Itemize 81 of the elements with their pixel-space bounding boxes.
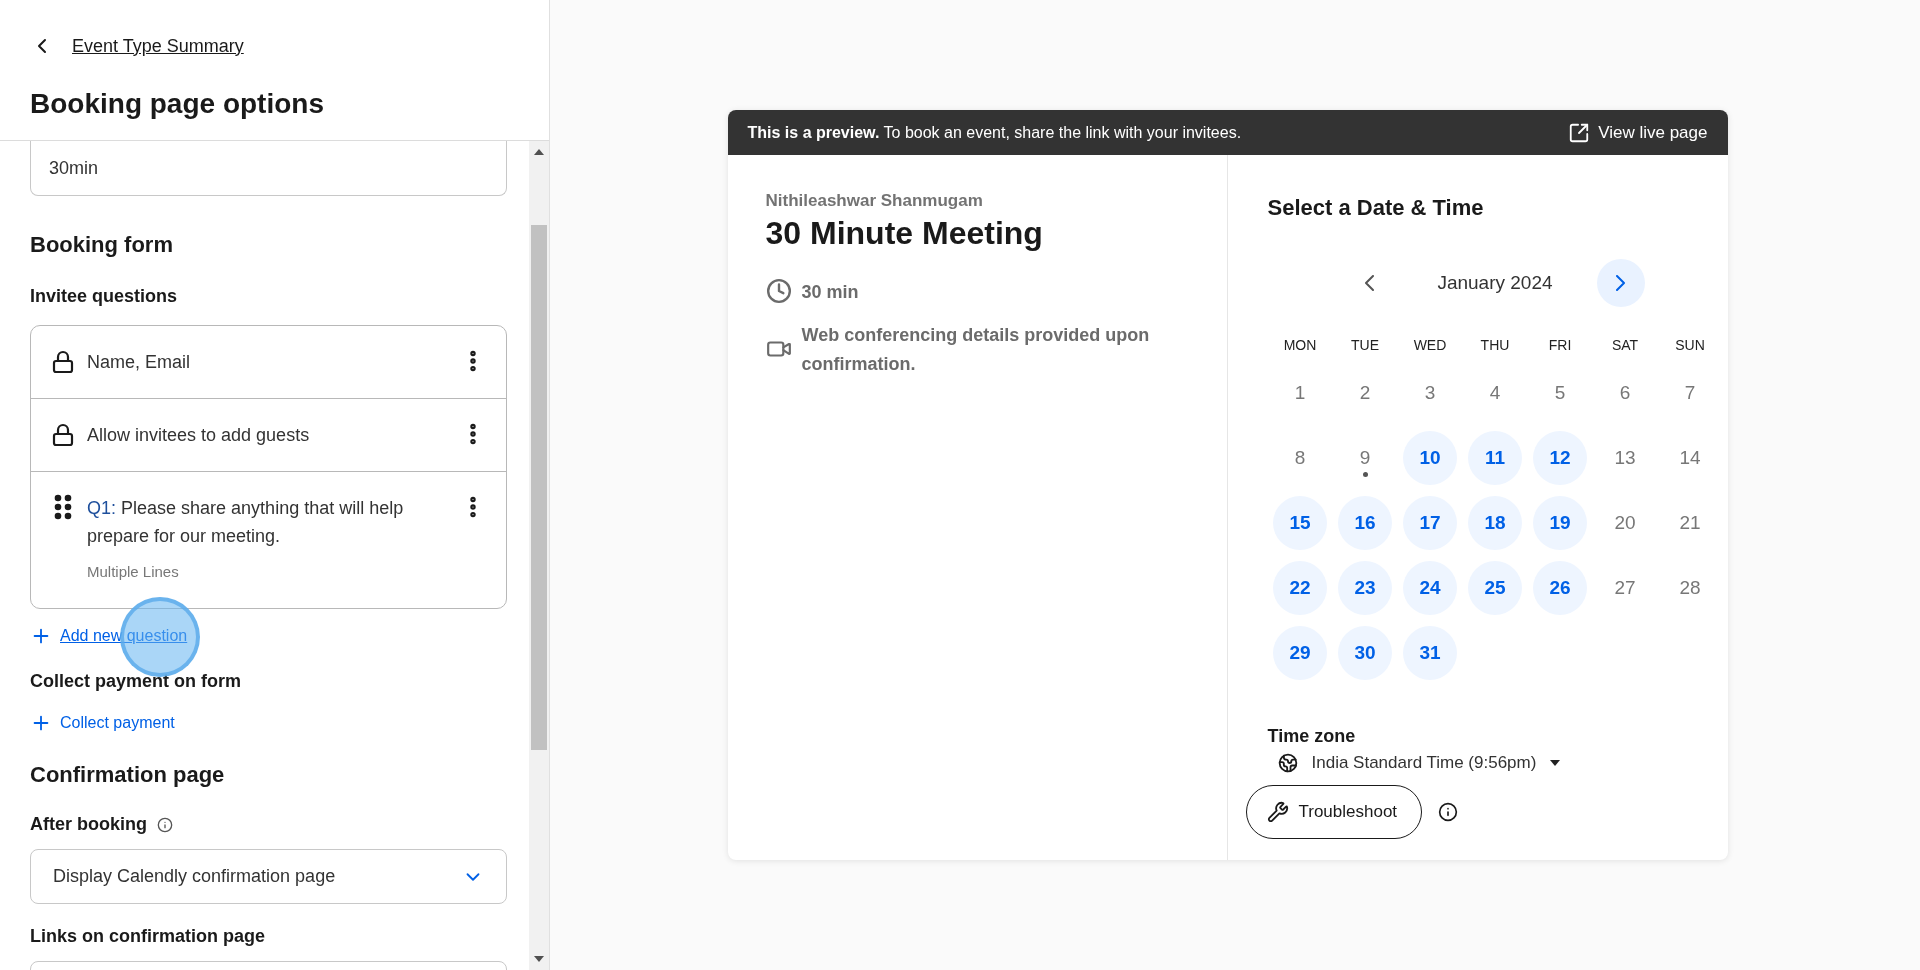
question-row[interactable]: Q1: Please share anything that will help prepare for our meeting. Multiple Lines [31, 471, 506, 608]
lock-icon [51, 423, 75, 447]
chevron-right-icon [1616, 275, 1626, 291]
day-number: 7 [1684, 382, 1696, 404]
day-number: 21 [1679, 512, 1701, 534]
weekday-label: WED [1413, 337, 1447, 353]
scroll-down-icon[interactable] [534, 956, 544, 962]
day-number: 2 [1359, 382, 1371, 404]
timezone-select[interactable]: India Standard Time (9:56pm) [1267, 747, 1571, 779]
weekday-label: FRI [1548, 337, 1572, 353]
question-row[interactable]: Name, Email [31, 326, 506, 398]
weekday-label: MON [1283, 337, 1317, 353]
calendar-day[interactable]: 12 [1533, 431, 1587, 485]
day-number: 27 [1614, 577, 1636, 599]
day-number: 28 [1679, 577, 1701, 599]
calendar-day[interactable]: 15 [1273, 496, 1327, 550]
calendar-day[interactable]: 18 [1468, 496, 1522, 550]
calendar-day[interactable]: 17 [1403, 496, 1457, 550]
calendar-day[interactable]: 24 [1403, 561, 1457, 615]
external-link-icon [1568, 121, 1591, 144]
clock-icon [765, 278, 792, 304]
day-number: 6 [1619, 382, 1631, 404]
location-text: Web conferencing details provided upon confirmation. [801, 324, 1151, 376]
globe-icon [1277, 753, 1298, 773]
calendar-day[interactable]: 29 [1273, 626, 1327, 680]
preview-notice: This is a preview. To book an event, share the link with your invitees. [747, 123, 1242, 142]
weekday-label: SAT [1611, 337, 1639, 353]
subsection-heading: Collect payment on form [30, 671, 243, 692]
subsection-heading: Links on confirmation page [30, 926, 267, 947]
section-heading: Booking form [30, 232, 174, 258]
day-number: 1 [1294, 382, 1306, 404]
info-icon[interactable] [1438, 802, 1459, 822]
duration-text: 30 min [801, 281, 859, 304]
calendar-day[interactable]: 25 [1468, 561, 1522, 615]
view-live-page-link[interactable]: View live page [1568, 121, 1708, 144]
day-number: 14 [1679, 447, 1701, 469]
event-link-field[interactable]: 30min [30, 141, 507, 196]
calendar-day[interactable]: 26 [1533, 561, 1587, 615]
question-type: Multiple Lines [87, 562, 180, 582]
calendar-day[interactable]: 10 [1403, 431, 1457, 485]
day-number: 5 [1554, 382, 1566, 404]
weekday-label: TUE [1351, 337, 1379, 353]
question-row[interactable]: Allow invitees to add guests [31, 398, 506, 471]
subsection-heading: After booking [30, 814, 147, 835]
day-number: 8 [1294, 447, 1306, 469]
caret-icon [1550, 760, 1561, 766]
chevron-left-icon [1364, 275, 1374, 291]
weekday-label: THU [1480, 337, 1510, 353]
day-number: 9 [1359, 447, 1371, 469]
scroll-up-icon[interactable] [534, 149, 544, 155]
question-text: Allow invitees to add guests [87, 424, 311, 447]
question-text: Q1: Please share anything that will help prepare for our meeting. [87, 497, 405, 548]
after-booking-select[interactable]: Display Calendly confirmation page [30, 849, 507, 904]
subsection-heading: Invitee questions [30, 286, 179, 307]
calendar-day[interactable]: 22 [1273, 561, 1327, 615]
day-number: 13 [1614, 447, 1636, 469]
collect-payment-link[interactable]: Collect payment [30, 712, 175, 734]
info-icon[interactable] [157, 816, 173, 833]
day-number: 20 [1614, 512, 1636, 534]
wrench-icon [1266, 801, 1289, 823]
calendar-day[interactable]: 23 [1338, 561, 1392, 615]
calendar-day[interactable]: 31 [1403, 626, 1457, 680]
troubleshoot-button[interactable]: Troubleshoot [1245, 785, 1423, 839]
calendar-day[interactable]: 11 [1468, 431, 1522, 485]
timezone-heading: Time zone [1267, 726, 1357, 747]
month-label: January 2024 [1437, 272, 1553, 294]
calendar-day[interactable]: 30 [1338, 626, 1392, 680]
back-link[interactable]: Event Type Summary [72, 35, 244, 57]
host-name: Nithileashwar Shanmugam [765, 191, 984, 211]
question-text: Name, Email [87, 351, 192, 374]
panel-title: Booking page options [30, 88, 325, 120]
scrollbar[interactable] [529, 141, 549, 970]
day-number: 3 [1424, 382, 1436, 404]
lock-icon [51, 350, 75, 374]
weekday-label: SUN [1675, 337, 1705, 353]
calendar-day[interactable]: 19 [1533, 496, 1587, 550]
day-number: 4 [1489, 382, 1501, 404]
calendar-day[interactable]: 16 [1338, 496, 1392, 550]
event-title: 30 Minute Meeting [765, 215, 1044, 252]
calendar-title: Select a Date & Time [1267, 195, 1485, 221]
section-heading: Confirmation page [30, 762, 226, 788]
